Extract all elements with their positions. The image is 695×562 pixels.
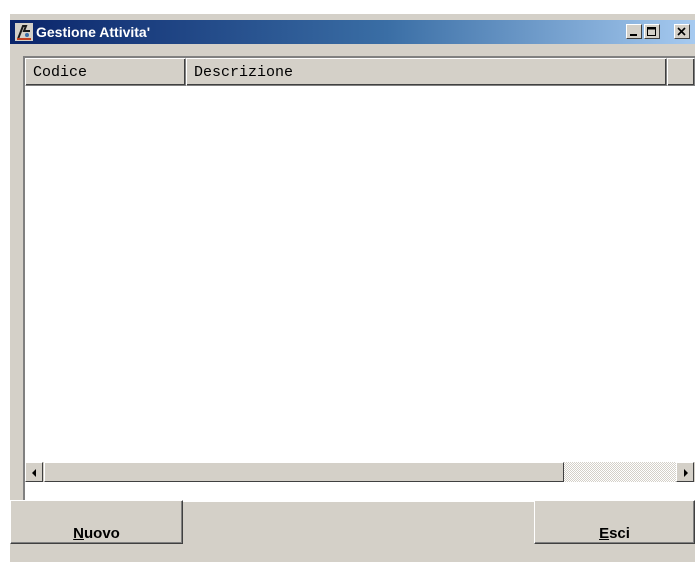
column-header-codice[interactable]: Codice: [25, 58, 186, 86]
esci-button[interactable]: Esci: [534, 500, 695, 544]
scroll-thumb[interactable]: [44, 462, 564, 482]
window-title: Gestione Attivita': [36, 24, 151, 40]
column-header-descrizione[interactable]: Descrizione: [186, 58, 667, 86]
title-bar[interactable]: Gestione Attivita': [10, 20, 695, 44]
scroll-track[interactable]: [564, 462, 676, 482]
esci-access-key: E: [599, 525, 610, 542]
column-header-label: Codice: [33, 64, 88, 81]
close-button[interactable]: [674, 24, 690, 39]
main-window: Gestione Attivita' Codice Descrizione Nu…: [10, 14, 695, 562]
scroll-right-button[interactable]: [676, 462, 694, 482]
list-header: Codice Descrizione: [25, 58, 695, 86]
maximize-icon: [647, 27, 656, 36]
arrow-left-icon: [32, 469, 36, 477]
list-body[interactable]: [25, 86, 695, 460]
esci-button-label: Esci: [599, 513, 630, 542]
maximize-button[interactable]: [644, 24, 660, 39]
column-header-label: Descrizione: [194, 64, 294, 81]
minimize-icon: [630, 34, 637, 36]
minimize-button[interactable]: [626, 24, 642, 39]
arrow-right-icon: [684, 469, 688, 477]
column-header-empty: [667, 58, 695, 86]
app-icon: [15, 23, 33, 41]
horizontal-scrollbar[interactable]: [25, 462, 695, 482]
activity-list[interactable]: Codice Descrizione: [23, 56, 695, 502]
scroll-left-button[interactable]: [25, 462, 43, 482]
nuovo-label-rest: uovo: [84, 525, 120, 542]
nuovo-access-key: N: [73, 525, 84, 542]
nuovo-button[interactable]: Nuovo: [10, 500, 183, 544]
esci-label-rest: sci: [609, 525, 630, 542]
close-icon: [677, 27, 686, 36]
nuovo-button-label: Nuovo: [73, 513, 120, 542]
